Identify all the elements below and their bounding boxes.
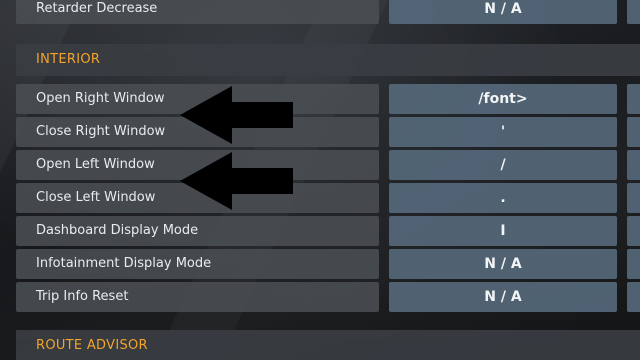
keybind-value-retarder-decrease[interactable]: N / A: [389, 0, 617, 24]
left-arrow-icon: [180, 152, 293, 210]
keybind-secondary-cell[interactable]: [627, 183, 640, 213]
keybind-value-infotainment-display-mode[interactable]: N / A: [389, 249, 617, 279]
section-header-route-advisor: ROUTE ADVISOR: [16, 330, 640, 360]
keybind-label-trip-info-reset: Trip Info Reset: [16, 282, 379, 312]
keybind-secondary-cell[interactable]: [627, 282, 640, 312]
keybind-value-open-right-window[interactable]: /font>: [389, 84, 617, 114]
keybind-secondary-cell[interactable]: [627, 84, 640, 114]
keybind-value-trip-info-reset[interactable]: N / A: [389, 282, 617, 312]
keybind-label-retarder-decrease: Retarder Decrease: [16, 0, 379, 24]
left-arrow-icon: [180, 86, 293, 144]
keybind-secondary-cell[interactable]: [627, 0, 640, 24]
keybind-secondary-cell[interactable]: [627, 216, 640, 246]
keybind-value-close-left-window[interactable]: .: [389, 183, 617, 213]
keybind-secondary-cell[interactable]: [627, 249, 640, 279]
keybind-label-dashboard-display-mode: Dashboard Display Mode: [16, 216, 379, 246]
keybind-secondary-cell[interactable]: [627, 150, 640, 180]
keybind-value-close-right-window[interactable]: ': [389, 117, 617, 147]
keybind-secondary-cell[interactable]: [627, 117, 640, 147]
section-header-interior: INTERIOR: [16, 44, 640, 76]
keybind-value-dashboard-display-mode[interactable]: I: [389, 216, 617, 246]
keybind-value-open-left-window[interactable]: /: [389, 150, 617, 180]
keybind-label-infotainment-display-mode: Infotainment Display Mode: [16, 249, 379, 279]
